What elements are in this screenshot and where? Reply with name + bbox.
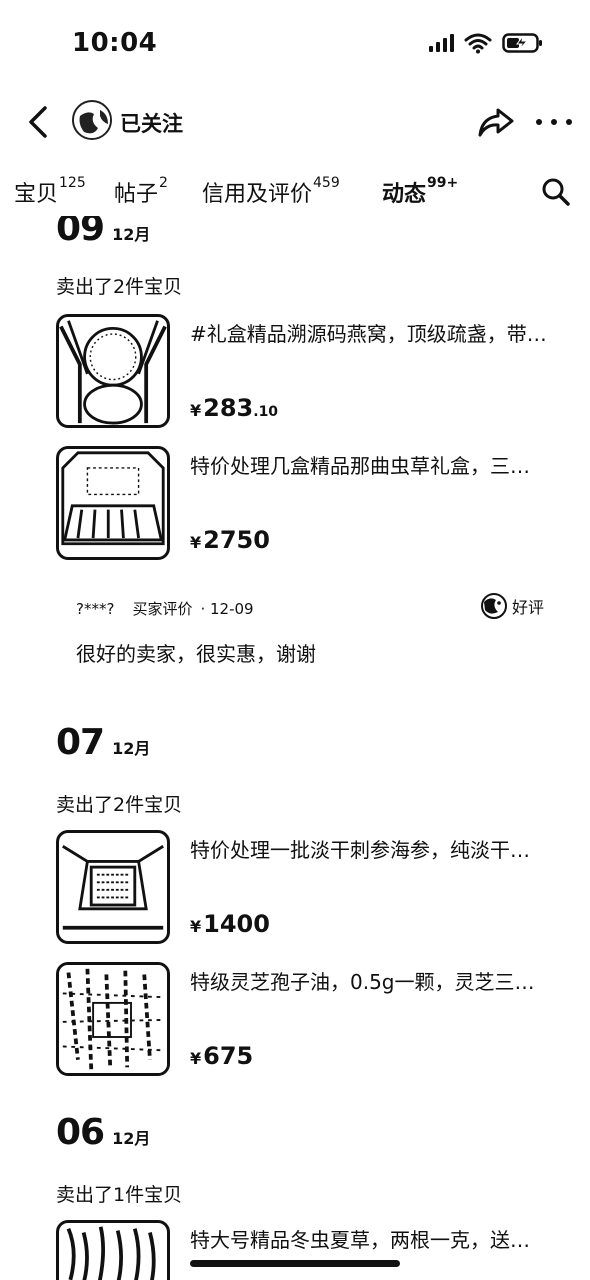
tab-activity[interactable]: 动态99+	[382, 174, 459, 208]
price-decimal: .10	[253, 404, 279, 420]
wifi-icon	[464, 32, 492, 54]
tab-label: 动态	[382, 182, 427, 207]
date-header: 07 12月	[56, 722, 150, 763]
date-month: 12月	[112, 225, 151, 244]
review-rating: 好评	[512, 598, 545, 617]
sold-item[interactable]: 特价处理几盒精品那曲虫草礼盒，三… ¥2750	[56, 446, 576, 562]
product-thumbnail[interactable]	[56, 314, 170, 428]
tab-label: 帖子	[114, 182, 159, 207]
reviewer-name: ?***?	[76, 599, 115, 618]
profile-tabs: 宝贝125 帖子2 信用及评价459 动态99+	[0, 164, 590, 216]
item-title: 特价处理几盒精品那曲虫草礼盒，三…	[190, 454, 530, 478]
product-thumbnail[interactable]	[56, 1220, 170, 1280]
sold-item[interactable]: 特级灵芝孢子油，0.5g一颗，灵芝三… ¥675	[56, 962, 576, 1078]
currency-symbol: ¥	[190, 401, 202, 420]
more-options-button[interactable]	[532, 104, 576, 140]
product-thumbnail[interactable]	[56, 830, 170, 944]
status-icons	[429, 32, 544, 54]
home-indicator[interactable]	[190, 1260, 400, 1267]
product-thumbnail[interactable]	[56, 446, 170, 560]
item-title: 特级灵芝孢子油，0.5g一颗，灵芝三…	[190, 970, 535, 994]
smiley-face-icon	[481, 593, 507, 619]
review-rating-badge: 好评	[480, 592, 544, 620]
item-price: ¥1400	[190, 910, 270, 938]
sold-summary: 卖出了1件宝贝	[56, 1184, 183, 1206]
item-title: 特大号精品冬虫夏草，两根一克，送…	[190, 1228, 530, 1252]
back-button[interactable]	[20, 102, 56, 142]
tab-label: 宝贝	[14, 182, 59, 207]
item-price: ¥675	[190, 1042, 253, 1070]
product-thumbnail[interactable]	[56, 962, 170, 1076]
tab-items[interactable]: 宝贝125	[14, 174, 86, 208]
tab-label: 信用及评价	[202, 182, 313, 207]
price-integer: 675	[203, 1042, 254, 1070]
date-day: 09	[56, 216, 105, 249]
sold-item[interactable]: #礼盒精品溯源码燕窝，顶级疏盏，带… ¥283.10	[56, 314, 576, 430]
currency-symbol: ¥	[190, 1049, 202, 1068]
share-button[interactable]	[476, 104, 516, 140]
battery-charging-icon	[502, 32, 544, 54]
currency-symbol: ¥	[190, 533, 202, 552]
top-nav: 已关注	[0, 92, 590, 152]
tab-posts[interactable]: 帖子2	[114, 174, 168, 208]
avatar[interactable]	[72, 100, 112, 140]
review-text: 很好的卖家，很实惠，谢谢	[76, 642, 316, 666]
date-month: 12月	[112, 739, 151, 758]
tab-count: 459	[313, 174, 340, 191]
search-icon	[542, 178, 570, 206]
tab-count: 2	[159, 174, 168, 191]
date-day: 07	[56, 722, 105, 763]
sold-summary: 卖出了2件宝贝	[56, 276, 183, 298]
review-meta: ?***? 买家评价 · 12-09	[76, 598, 254, 619]
activity-feed: 09 12月 卖出了2件宝贝 #礼盒精品溯源码燕窝，顶级疏盏，带… ¥283.1…	[0, 216, 590, 1280]
search-button[interactable]	[540, 176, 572, 208]
sold-summary: 卖出了2件宝贝	[56, 794, 183, 816]
status-time: 10:04	[72, 28, 158, 58]
currency-symbol: ¥	[190, 917, 202, 936]
chevron-left-icon	[29, 106, 47, 138]
price-integer: 283	[203, 394, 254, 422]
sold-item[interactable]: 特大号精品冬虫夏草，两根一克，送…	[56, 1220, 576, 1280]
review-type: 买家评价	[132, 600, 193, 618]
more-dot-icon	[551, 119, 557, 125]
more-dot-icon	[536, 119, 542, 125]
item-price: ¥283.10	[190, 394, 278, 422]
date-day: 06	[56, 1112, 105, 1153]
price-integer: 2750	[203, 526, 270, 554]
tab-count: 99+	[427, 174, 459, 191]
tab-count: 125	[59, 174, 86, 191]
date-header: 06 12月	[56, 1112, 150, 1153]
tab-credit-reviews[interactable]: 信用及评价459	[202, 174, 340, 208]
cellular-signal-icon	[429, 34, 454, 52]
more-dot-icon	[566, 119, 572, 125]
item-title: 特价处理一批淡干刺参海参，纯淡干…	[190, 838, 530, 862]
item-price: ¥2750	[190, 526, 270, 554]
review-date: · 12-09	[200, 599, 254, 618]
follow-status-label[interactable]: 已关注	[120, 108, 183, 138]
status-bar: 10:04	[0, 0, 590, 88]
price-integer: 1400	[203, 910, 270, 938]
date-header: 09 12月	[56, 216, 150, 249]
share-icon	[478, 108, 514, 137]
item-title: #礼盒精品溯源码燕窝，顶级疏盏，带…	[190, 322, 547, 346]
date-month: 12月	[112, 1129, 151, 1148]
sold-item[interactable]: 特价处理一批淡干刺参海参，纯淡干… ¥1400	[56, 830, 576, 946]
